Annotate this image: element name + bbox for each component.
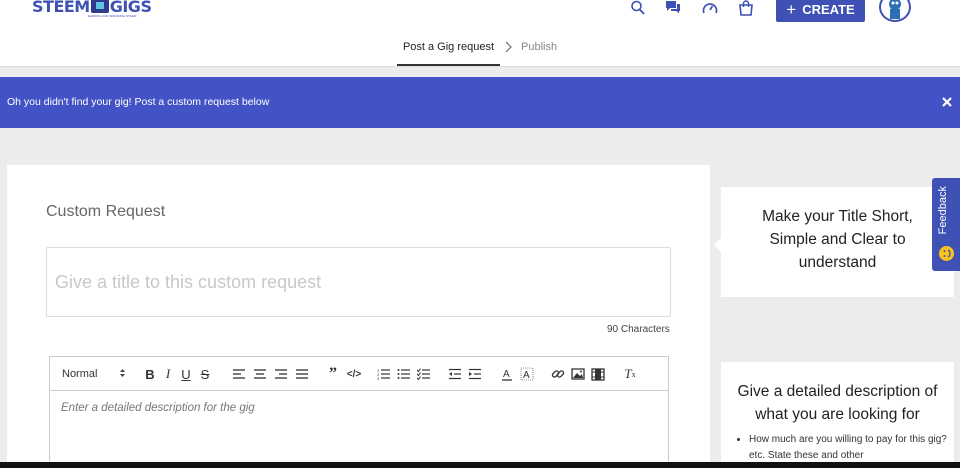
step-navigation: Post a Gig request Publish xyxy=(0,30,960,67)
info-banner: Oh you didn't find your gig! Post a cust… xyxy=(0,77,960,128)
svg-text:3: 3 xyxy=(377,376,380,380)
step-post-gig-request[interactable]: Post a Gig request xyxy=(397,30,500,66)
list-item: How much are you willing to pay for this… xyxy=(749,432,949,464)
step-active-label: Post a Gig request xyxy=(402,41,495,53)
shopping-bag-icon[interactable] xyxy=(738,0,754,16)
banner-message: Oh you didn't find your gig! Post a cust… xyxy=(7,96,270,108)
background-color-icon[interactable]: A xyxy=(519,366,535,382)
close-icon[interactable] xyxy=(941,95,953,113)
align-justify-icon[interactable] xyxy=(294,366,310,382)
format-select-value: Normal xyxy=(62,368,98,380)
steemgigs-logo[interactable]: STEEM GIGS EARNING AND SPENDING STEEM xyxy=(32,0,152,18)
custom-request-card: Custom Request 90 Characters Normal B I … xyxy=(7,165,710,468)
align-left-icon[interactable] xyxy=(231,366,247,382)
logo-text-left: STEEM xyxy=(32,0,90,16)
step-publish[interactable]: Publish xyxy=(521,41,557,53)
create-button[interactable]: + CREATE xyxy=(776,0,865,22)
video-icon[interactable] xyxy=(590,366,606,382)
plus-icon: + xyxy=(786,0,797,19)
editor-toolbar: Normal B I U S ” </> 1 2 3 A A T x xyxy=(50,357,668,391)
chevron-right-icon xyxy=(503,40,513,54)
description-tip-list: How much are you willing to pay for this… xyxy=(749,432,949,464)
svg-text:A: A xyxy=(523,370,530,381)
gauge-icon[interactable] xyxy=(702,0,718,16)
svg-text:A: A xyxy=(503,369,510,380)
outdent-icon[interactable] xyxy=(447,366,463,382)
description-editor: Normal B I U S ” </> 1 2 3 A A T x Enter… xyxy=(49,356,669,468)
blockquote-icon[interactable]: ” xyxy=(325,365,341,382)
feedback-label: Feedback xyxy=(937,186,949,235)
top-header: STEEM GIGS EARNING AND SPENDING STEEM + … xyxy=(0,0,960,30)
create-button-label: CREATE xyxy=(802,1,855,17)
clear-formatting-icon[interactable]: Tx xyxy=(622,366,638,382)
checklist-icon[interactable] xyxy=(416,366,432,382)
font-color-icon[interactable]: A xyxy=(499,366,515,382)
user-avatar[interactable] xyxy=(879,0,911,22)
code-icon[interactable]: </> xyxy=(345,366,363,382)
indent-icon[interactable] xyxy=(467,366,483,382)
card-title: Custom Request xyxy=(46,203,166,220)
link-icon[interactable] xyxy=(550,366,566,382)
logo-tagline: EARNING AND SPENDING STEEM xyxy=(88,14,137,18)
bottom-edge xyxy=(0,462,960,468)
italic-icon[interactable]: I xyxy=(162,366,174,382)
underline-icon[interactable]: U xyxy=(179,366,193,382)
strikethrough-icon[interactable]: S xyxy=(198,366,212,382)
title-tip-text: Make your Title Short, Simple and Clear … xyxy=(762,208,913,271)
ordered-list-icon[interactable]: 123 xyxy=(376,366,392,382)
chat-icon[interactable] xyxy=(665,0,681,16)
description-tip-title: Give a detailed description of what you … xyxy=(737,383,938,423)
select-arrows-icon xyxy=(119,368,126,381)
description-tip-card: Give a detailed description of what you … xyxy=(721,362,954,468)
editor-placeholder[interactable]: Enter a detailed description for the gig xyxy=(61,402,255,414)
bullet-list-icon[interactable] xyxy=(396,366,412,382)
title-tip-card: Make your Title Short, Simple and Clear … xyxy=(721,187,954,297)
search-icon[interactable] xyxy=(630,0,646,16)
format-select[interactable]: Normal xyxy=(62,366,126,382)
character-count: 90 Characters xyxy=(607,324,670,335)
bold-icon[interactable]: B xyxy=(143,366,157,382)
smiley-icon xyxy=(939,246,954,261)
image-icon[interactable] xyxy=(570,366,586,382)
align-center-icon[interactable] xyxy=(252,366,268,382)
align-right-icon[interactable] xyxy=(273,366,289,382)
feedback-tab[interactable]: Feedback xyxy=(932,178,960,271)
title-input[interactable] xyxy=(46,247,671,317)
logo-mark-icon xyxy=(90,0,109,13)
